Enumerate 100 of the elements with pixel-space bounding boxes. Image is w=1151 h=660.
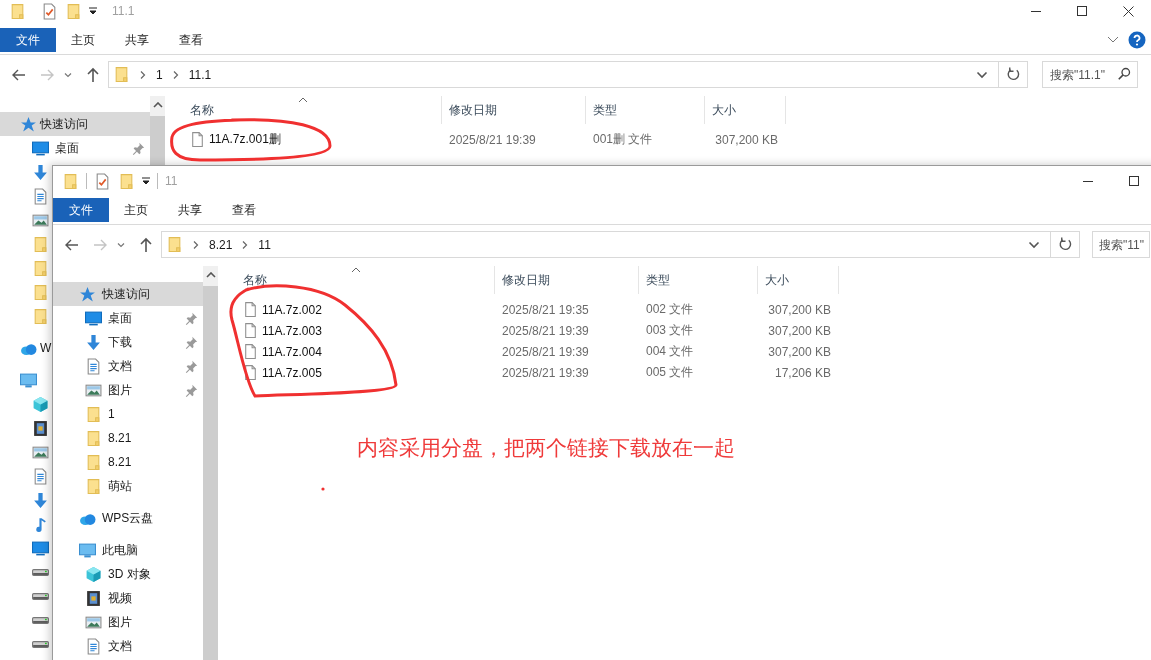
sidebar-item[interactable]: 萌站 <box>53 474 203 498</box>
column-header[interactable]: 类型 <box>586 96 705 124</box>
breadcrumb[interactable]: 1 <box>156 67 163 82</box>
column-header[interactable]: 名称 <box>165 96 442 124</box>
caret-icon[interactable] <box>89 7 97 15</box>
sidebar-item[interactable]: 1 <box>53 402 203 426</box>
search-icon[interactable] <box>1117 67 1131 81</box>
sidebar-item[interactable]: 8.21 <box>53 426 203 450</box>
sidebar-label: 桌面 <box>108 309 132 327</box>
sidebar-item[interactable]: 3D 对象 <box>53 562 203 586</box>
drive-icon <box>32 616 49 624</box>
up-arrow-icon[interactable] <box>85 66 101 83</box>
folder-icon <box>85 429 102 447</box>
sidebar-label: 萌站 <box>108 477 132 495</box>
sidebar-item[interactable]: 快速访问 <box>0 112 150 136</box>
sidebar-item[interactable]: W <box>0 336 52 360</box>
folder-icon[interactable] <box>65 2 82 20</box>
chevron-right-icon[interactable] <box>241 239 250 250</box>
table-cell-text: 307,200 KB <box>767 344 832 359</box>
file-icon <box>242 301 259 318</box>
chevron-right-icon[interactable] <box>171 69 180 80</box>
chevron-down-icon[interactable] <box>1028 240 1040 249</box>
ribbon-tab[interactable]: 共享 <box>110 28 164 52</box>
sidebar-label: WPS云盘 <box>102 509 154 527</box>
drive-icon <box>32 568 49 576</box>
checklist-icon[interactable] <box>41 2 58 20</box>
chevron-right-icon[interactable] <box>192 239 200 250</box>
table-cell-text: 005 文件 <box>645 364 695 381</box>
table-cell-text: 2025/8/21 19:39 <box>448 132 537 147</box>
chevron-icon[interactable] <box>1107 36 1119 44</box>
ribbon-tab[interactable]: 主页 <box>109 198 163 222</box>
folder-icon[interactable] <box>9 2 26 20</box>
pin-icon[interactable] <box>132 141 145 155</box>
address-bar[interactable]: 8.21 11 <box>161 231 1051 258</box>
table-cell-text: 2025/8/21 19:35 <box>501 302 590 317</box>
pin-icon[interactable] <box>185 359 198 373</box>
minimize-icon <box>1030 10 1042 12</box>
sidebar-item[interactable]: 快速访问 <box>53 282 203 306</box>
sidebar-label: 下载 <box>108 333 132 351</box>
file-name[interactable]: 11A.7z.002 <box>262 302 322 317</box>
breadcrumb[interactable]: 11.1 <box>188 67 212 82</box>
column-header[interactable]: 修改日期 <box>442 96 586 124</box>
sidebar-item[interactable]: 8.21 <box>53 450 203 474</box>
ribbon-tab[interactable]: 文件 <box>0 28 56 52</box>
ribbon-tab[interactable]: 查看 <box>217 198 271 222</box>
chevron-right-icon[interactable] <box>139 69 147 80</box>
file-name[interactable]: 11A.7z.004 <box>262 344 322 359</box>
sidebar-label: 图片 <box>108 381 132 399</box>
caret-icon[interactable] <box>142 177 150 185</box>
sidebar-label: 桌面 <box>55 139 79 157</box>
sidebar-label: 8.21 <box>108 455 132 469</box>
scroll-up-icon[interactable] <box>152 102 163 108</box>
column-header[interactable]: 类型 <box>639 266 758 294</box>
address-bar[interactable]: 1 11.1 <box>108 61 999 88</box>
search-field[interactable]: 搜索"11" <box>1092 231 1150 258</box>
pin-icon[interactable] <box>185 311 198 325</box>
star-icon <box>79 285 96 303</box>
scroll-thumb[interactable] <box>150 116 165 165</box>
sidebar-label: 视频 <box>108 589 132 607</box>
file-name[interactable]: 11A.7z.001删 <box>209 131 281 148</box>
column-header[interactable]: 大小 <box>705 96 786 124</box>
maximize-icon <box>1129 176 1139 186</box>
sidebar-item[interactable]: 视频 <box>53 586 203 610</box>
folder-icon <box>113 66 130 83</box>
breadcrumb[interactable]: 8.21 <box>209 237 233 252</box>
up-arrow-icon[interactable] <box>138 236 154 253</box>
sidebar-item[interactable]: 文档 <box>53 354 203 378</box>
file-icon <box>242 343 259 360</box>
sidebar-item[interactable]: 下载 <box>53 330 203 354</box>
file-name[interactable]: 11A.7z.005 <box>262 365 322 380</box>
ribbon-tab[interactable]: 共享 <box>163 198 217 222</box>
sidebar-item[interactable]: 此电脑 <box>53 538 203 562</box>
column-header[interactable]: 大小 <box>758 266 839 294</box>
refresh-button[interactable] <box>1051 231 1080 258</box>
help-icon[interactable] <box>1128 31 1146 49</box>
monitor-icon <box>32 539 49 557</box>
column-header[interactable]: 修改日期 <box>495 266 639 294</box>
search-field[interactable]: 搜索"11.1" <box>1042 61 1138 88</box>
ribbon-tab[interactable]: 主页 <box>56 28 110 52</box>
pin-icon[interactable] <box>185 383 198 397</box>
file-name[interactable]: 11A.7z.003 <box>262 323 322 338</box>
sidebar-item[interactable]: 文档 <box>53 634 203 658</box>
sidebar-item[interactable]: WPS云盘 <box>53 506 203 530</box>
refresh-button[interactable] <box>999 61 1028 88</box>
folder-icon <box>85 405 102 423</box>
folder-icon[interactable] <box>118 172 135 190</box>
sidebar-item[interactable]: 图片 <box>53 610 203 634</box>
ribbon-tab[interactable]: 文件 <box>53 198 109 222</box>
scroll-up-icon[interactable] <box>205 272 216 278</box>
column-header[interactable]: 名称 <box>218 266 495 294</box>
checklist-icon[interactable] <box>94 172 111 190</box>
folder-icon[interactable] <box>62 172 79 190</box>
sidebar-item[interactable]: 图片 <box>53 378 203 402</box>
ribbon-tab[interactable]: 查看 <box>164 28 218 52</box>
breadcrumb[interactable]: 11 <box>258 237 271 252</box>
scrollbar[interactable] <box>150 96 165 165</box>
sidebar-item[interactable]: 桌面 <box>53 306 203 330</box>
chevron-down-icon[interactable] <box>976 70 988 79</box>
pin-icon[interactable] <box>185 335 198 349</box>
sidebar-item[interactable]: 桌面 <box>0 136 150 160</box>
